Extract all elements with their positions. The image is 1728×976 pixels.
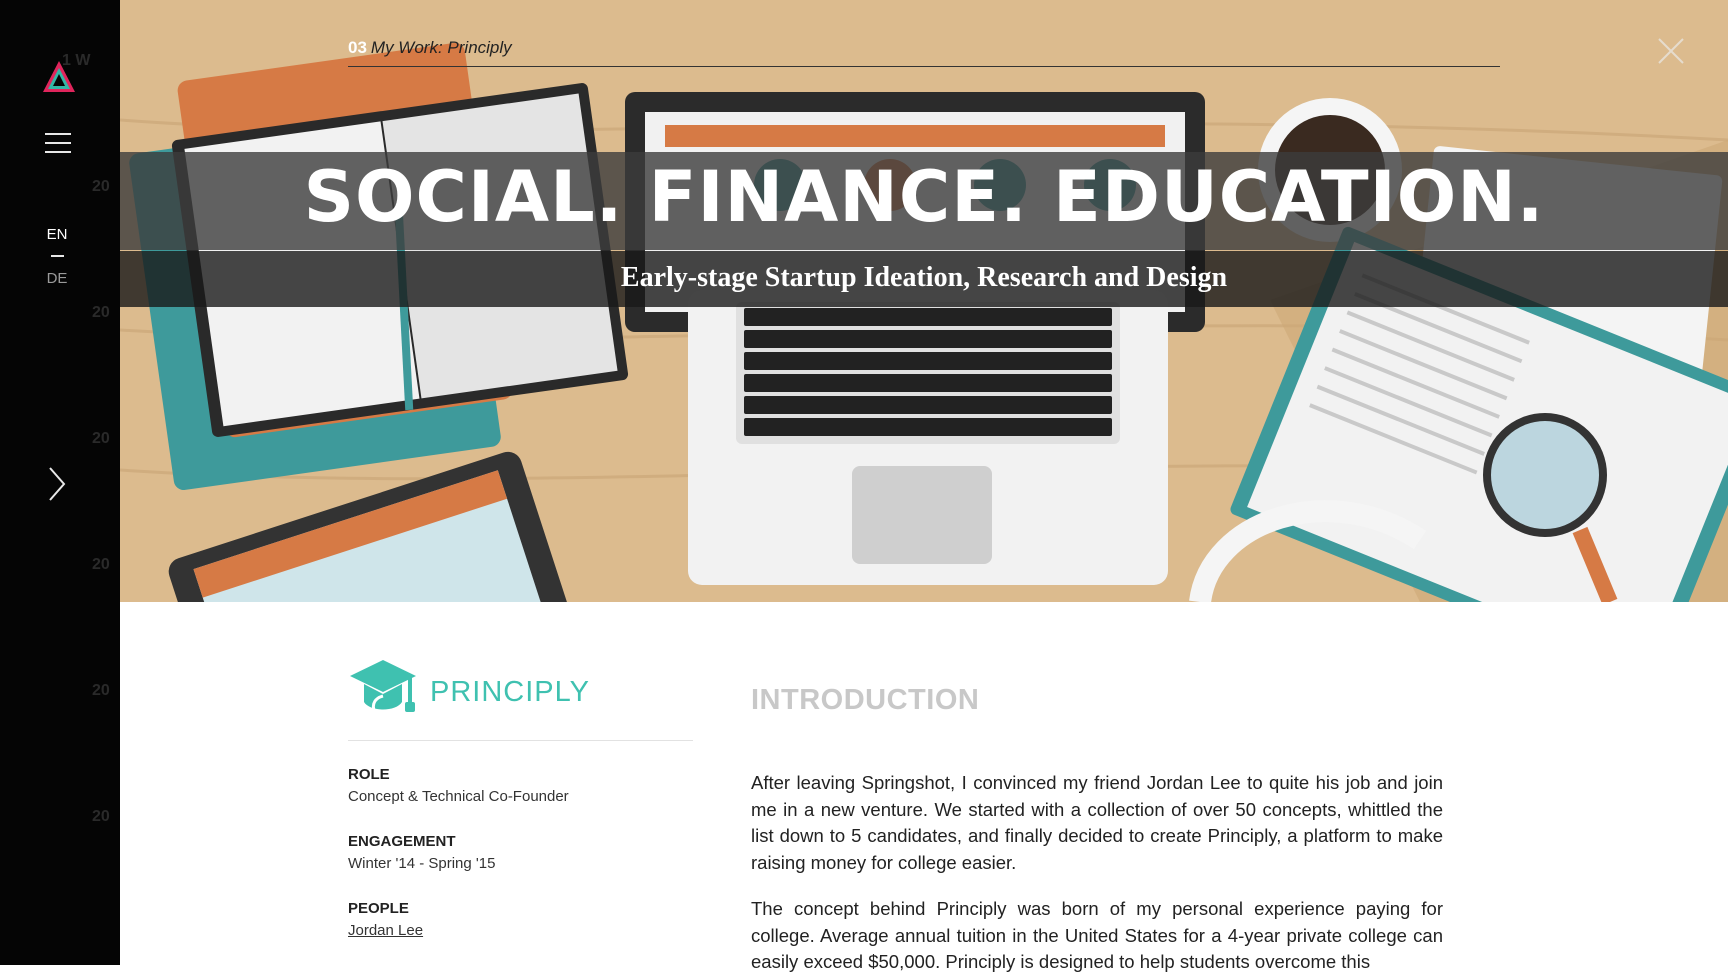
intro-paragraph-2: The concept behind Principly was born of… bbox=[751, 898, 1443, 972]
ghost-text: 20 bbox=[92, 808, 110, 825]
sidebar: 1 W 20 20 20 20 20 20 EN DE bbox=[0, 0, 120, 965]
lang-en-button[interactable]: EN bbox=[0, 226, 114, 243]
lang-separator bbox=[51, 255, 64, 257]
people-label: PEOPLE bbox=[348, 900, 409, 917]
intro-paragraph-1: After leaving Springshot, I convinced my… bbox=[751, 772, 1443, 873]
brand-divider bbox=[348, 740, 693, 741]
breadcrumb-divider bbox=[348, 66, 1500, 67]
engagement-value: Winter '14 - Spring '15 bbox=[348, 855, 496, 872]
intro-heading: INTRODUCTION bbox=[751, 684, 980, 716]
breadcrumb-number: 03 bbox=[348, 38, 367, 57]
breadcrumb: 03 My Work: Principly bbox=[348, 38, 512, 58]
project-brand: PRINCIPLY bbox=[348, 658, 698, 718]
ghost-text: 20 bbox=[92, 304, 110, 321]
project-name: PRINCIPLY bbox=[430, 676, 590, 708]
role-label: ROLE bbox=[348, 766, 390, 783]
ghost-text: 20 bbox=[92, 556, 110, 573]
graduation-cap-icon bbox=[350, 660, 416, 712]
engagement-label: ENGAGEMENT bbox=[348, 833, 456, 850]
ghost-text: 20 bbox=[92, 682, 110, 699]
hero-banner: 03 My Work: Principly SOCIAL. FINANCE. ED… bbox=[120, 0, 1728, 602]
people-link[interactable]: Jordan Lee bbox=[348, 922, 423, 939]
hero-title: SOCIAL. FINANCE. EDUCATION. bbox=[303, 156, 1545, 238]
lang-de-button[interactable]: DE bbox=[0, 270, 114, 287]
hero-subtitle: Early-stage Startup Ideation, Research a… bbox=[620, 262, 1228, 293]
role-value: Concept & Technical Co-Founder bbox=[348, 788, 569, 805]
hamburger-menu-icon[interactable] bbox=[45, 133, 71, 153]
ghost-text: 20 bbox=[92, 178, 110, 195]
triangle-logo-icon[interactable] bbox=[42, 60, 76, 94]
close-icon[interactable] bbox=[1656, 36, 1686, 66]
breadcrumb-text: My Work: Principly bbox=[370, 38, 512, 57]
ghost-text: 20 bbox=[92, 430, 110, 447]
chevron-right-icon[interactable] bbox=[46, 466, 68, 502]
